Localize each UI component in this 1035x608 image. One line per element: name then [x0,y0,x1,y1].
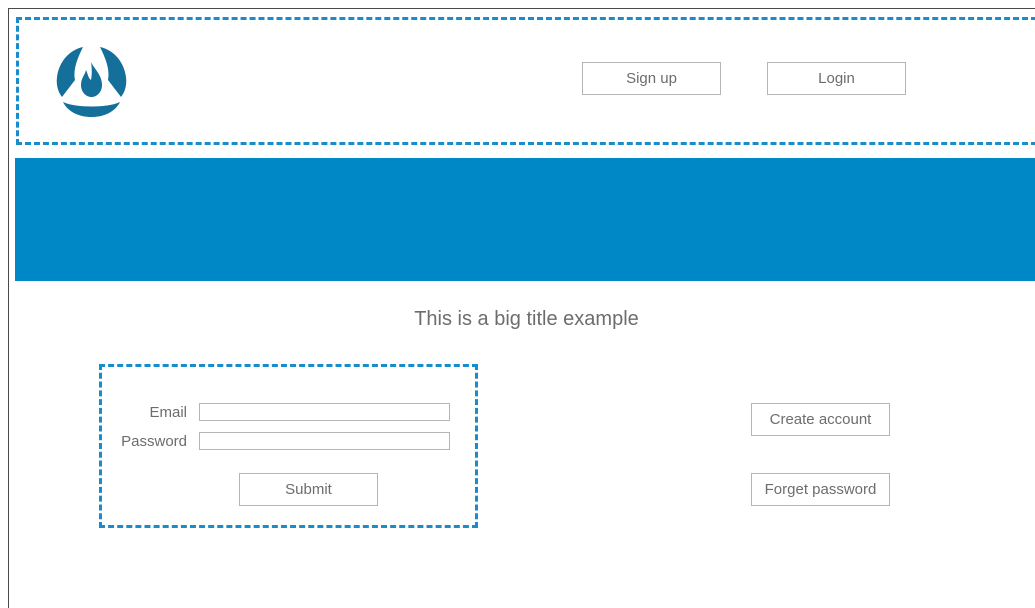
sign-up-button[interactable]: Sign up [582,62,721,95]
password-field[interactable] [199,432,450,450]
flame-logo-icon[interactable] [55,45,128,118]
hero-banner [15,158,1035,281]
forget-password-button[interactable]: Forget password [751,473,890,506]
email-field[interactable] [199,403,450,421]
email-label: Email [149,404,187,421]
password-label: Password [121,433,187,450]
submit-button[interactable]: Submit [239,473,378,506]
login-button[interactable]: Login [767,62,906,95]
create-account-button[interactable]: Create account [751,403,890,436]
page-title: This is a big title example [414,308,639,330]
